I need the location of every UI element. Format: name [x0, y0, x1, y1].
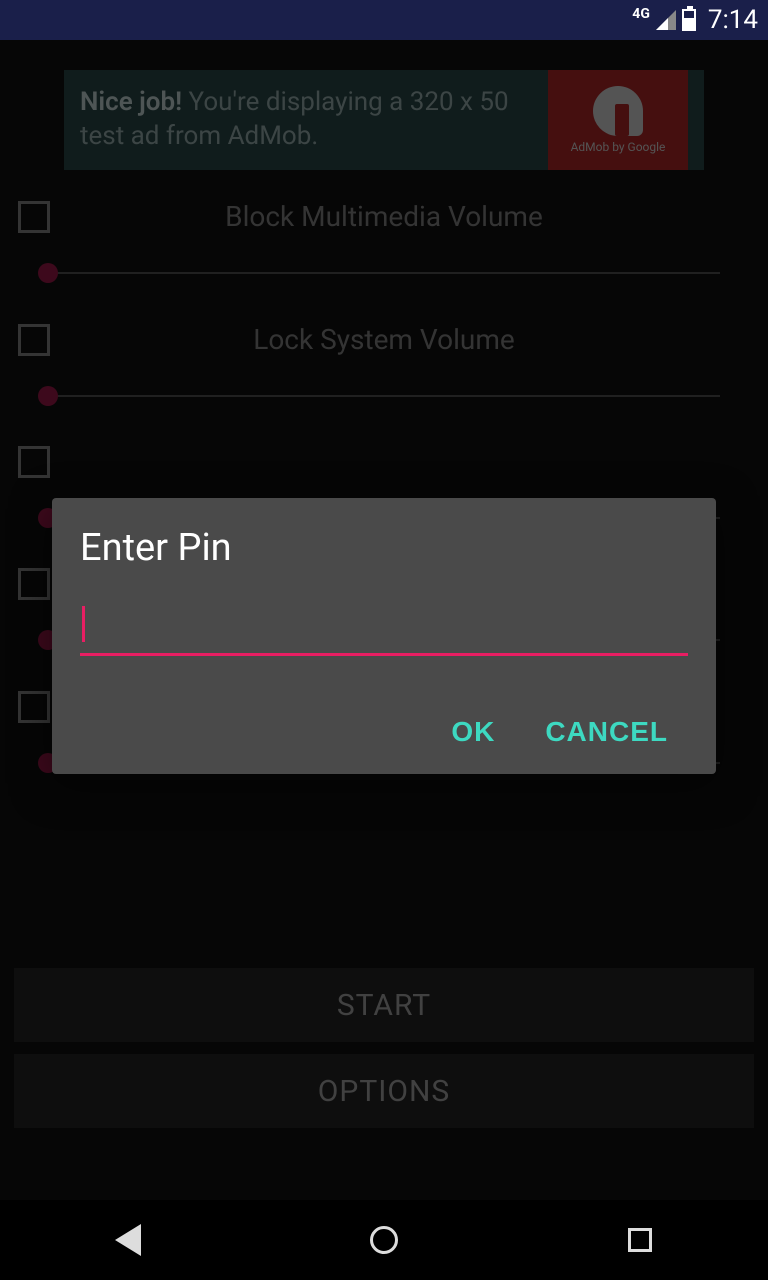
- dialog-title: Enter Pin: [80, 526, 688, 570]
- back-icon[interactable]: [112, 1224, 144, 1256]
- enter-pin-dialog: Enter Pin OK CANCEL: [52, 498, 716, 774]
- ok-button[interactable]: OK: [451, 716, 495, 748]
- cancel-button[interactable]: CANCEL: [545, 716, 668, 748]
- dialog-actions: OK CANCEL: [80, 706, 688, 758]
- pin-input[interactable]: [80, 600, 688, 656]
- clock: 7:14: [708, 5, 758, 35]
- battery-icon: [682, 9, 696, 31]
- recent-icon[interactable]: [624, 1224, 656, 1256]
- nav-bar: [0, 1200, 768, 1280]
- home-icon[interactable]: [368, 1224, 400, 1256]
- app-body: Nice job! You're displaying a 320 x 50 t…: [0, 40, 768, 1200]
- signal-icon: [656, 10, 676, 30]
- network-indicator: 4G: [632, 6, 650, 22]
- status-bar: 4G 7:14: [0, 0, 768, 40]
- text-cursor-icon: [82, 606, 85, 642]
